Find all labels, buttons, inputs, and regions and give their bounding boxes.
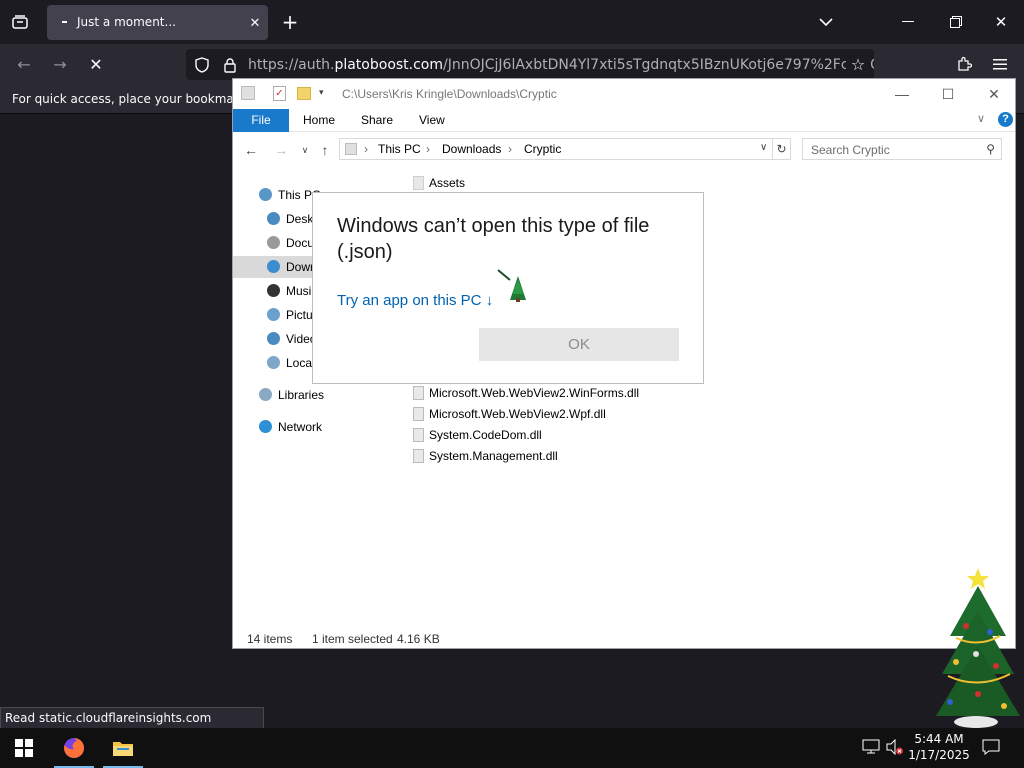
dll-file-icon: [413, 386, 424, 400]
breadcrumb-this-pc[interactable]: This PC: [378, 142, 421, 156]
firefox-icon: [64, 737, 85, 758]
breadcrumb-cryptic[interactable]: Cryptic: [524, 142, 561, 156]
new-folder-icon[interactable]: [297, 87, 311, 100]
pictures-icon: [267, 308, 280, 321]
stop-loading-icon[interactable]: ✕: [84, 52, 108, 76]
minimize-icon[interactable]: [896, 10, 920, 34]
item-count: 14 items: [247, 632, 293, 646]
bookmark-star-icon[interactable]: ☆: [846, 52, 870, 76]
forward-icon[interactable]: →: [48, 52, 72, 76]
search-box[interactable]: Search Cryptic ⚲: [802, 138, 1002, 160]
nav-item-network[interactable]: Network: [233, 416, 408, 438]
address-dropdown-icon[interactable]: ∨: [760, 142, 767, 153]
explorer-back-icon[interactable]: ←: [241, 140, 261, 160]
ribbon-tab-home[interactable]: Home: [303, 109, 335, 132]
extensions-icon[interactable]: [952, 52, 976, 76]
explorer-title-bar: ✓ ▾ C:\Users\Kris Kringle\Downloads\Cryp…: [233, 79, 1015, 109]
browser-status-panel: Read static.cloudflareinsights.com: [0, 707, 264, 729]
christmas-tree-cursor-icon: [497, 269, 526, 302]
search-placeholder: Search Cryptic: [811, 143, 890, 157]
ribbon-tab-view[interactable]: View: [419, 109, 445, 132]
folder-icon: [413, 176, 424, 190]
close-window-icon[interactable]: ✕: [989, 10, 1013, 34]
properties-icon[interactable]: ✓: [273, 86, 286, 101]
try-app-link[interactable]: Try an app on this PC ↓: [337, 292, 493, 309]
clock[interactable]: 5:44 AM 1/17/2025: [900, 731, 978, 763]
dll-file-icon: [413, 407, 424, 421]
network-tray-icon[interactable]: [862, 739, 880, 759]
shield-icon[interactable]: [192, 55, 212, 75]
explorer-minimize-icon[interactable]: —: [879, 79, 925, 109]
this-pc-icon: [259, 188, 272, 201]
url-text[interactable]: https://auth.platoboost.com/JnnOJCjJ6lAx…: [248, 57, 874, 73]
documents-icon: [267, 236, 280, 249]
tab-title: Just a moment...: [77, 15, 176, 29]
nav-item-libraries[interactable]: Libraries: [233, 384, 408, 406]
libraries-icon: [259, 388, 272, 401]
ribbon-tab-share[interactable]: Share: [361, 109, 393, 132]
clock-date: 1/17/2025: [908, 748, 970, 762]
close-tab-icon[interactable]: ✕: [245, 13, 265, 33]
windows-logo-icon: [15, 739, 33, 757]
music-icon: [267, 284, 280, 297]
browser-tab-bar: Just a moment... ✕ + ✕: [0, 0, 1024, 44]
address-row: ← → ∨ ↑ › This PC › Downloads › Cryptic …: [233, 135, 1015, 165]
bookmarks-hint: For quick access, place your bookmarks h: [12, 92, 264, 106]
explorer-maximize-icon[interactable]: ☐: [925, 79, 971, 109]
tab-list-icon[interactable]: [8, 10, 32, 34]
file-explorer-icon: [113, 742, 133, 756]
start-button[interactable]: [0, 728, 48, 768]
taskbar-firefox[interactable]: [54, 728, 94, 768]
help-icon[interactable]: ?: [998, 112, 1013, 127]
up-icon[interactable]: ↑: [315, 140, 335, 160]
this-pc-crumb-icon: [345, 143, 357, 155]
recent-locations-icon[interactable]: ∨: [295, 140, 315, 160]
ribbon-tab-file[interactable]: File: [233, 109, 289, 132]
selection-size: 4.16 KB: [397, 632, 440, 646]
new-tab-icon[interactable]: +: [278, 10, 302, 34]
browser-tab[interactable]: Just a moment... ✕: [47, 5, 268, 40]
arrow-down-icon: ↓: [485, 292, 494, 309]
back-icon[interactable]: ←: [12, 52, 36, 76]
network-icon: [259, 420, 272, 433]
folder-icon: [241, 86, 255, 100]
local-disk-icon: [267, 356, 280, 369]
list-all-tabs-icon[interactable]: [814, 10, 838, 34]
ok-button[interactable]: OK: [479, 328, 679, 361]
url-bar[interactable]: https://auth.platoboost.com/JnnOJCjJ6lAx…: [186, 49, 874, 80]
menu-icon[interactable]: [988, 52, 1012, 76]
desktop-icon: [267, 212, 280, 225]
explorer-title-path: C:\Users\Kris Kringle\Downloads\Cryptic: [342, 87, 557, 101]
dialog-title: Windows can’t open this type of file (.j…: [337, 215, 650, 263]
dll-file-icon: [413, 449, 424, 463]
videos-icon: [267, 332, 280, 345]
explorer-close-icon[interactable]: ✕: [971, 79, 1015, 109]
explorer-status-bar: 14 items 1 item selected 4.16 KB: [233, 629, 1015, 648]
loading-dot-icon: [62, 21, 67, 23]
expand-ribbon-icon[interactable]: ∨: [977, 112, 985, 125]
customize-qat-icon[interactable]: ▾: [319, 87, 324, 98]
clock-time: 5:44 AM: [914, 732, 964, 746]
downloads-icon: [267, 260, 280, 273]
ribbon-tabs: File Home Share View ∨ ?: [233, 109, 1015, 132]
restore-icon[interactable]: [944, 10, 968, 34]
breadcrumb-downloads[interactable]: Downloads: [442, 142, 501, 156]
search-icon: ⚲: [986, 142, 995, 156]
dll-file-icon: [413, 428, 424, 442]
selection-count: 1 item selected: [312, 632, 393, 646]
taskbar: 5:44 AM 1/17/2025: [0, 728, 1024, 768]
refresh-icon[interactable]: ↻: [773, 138, 791, 160]
lock-icon[interactable]: [220, 55, 240, 75]
crumb-separator-icon[interactable]: ›: [364, 142, 368, 156]
address-bar[interactable]: › This PC › Downloads › Cryptic ∨: [339, 138, 773, 160]
taskbar-file-explorer[interactable]: [103, 728, 143, 768]
notifications-icon[interactable]: [982, 739, 1000, 759]
christmas-tree-icon: [936, 568, 1020, 728]
explorer-forward-icon[interactable]: →: [271, 140, 291, 160]
crumb-separator-icon[interactable]: ›: [508, 142, 512, 156]
crumb-separator-icon[interactable]: ›: [426, 142, 430, 156]
